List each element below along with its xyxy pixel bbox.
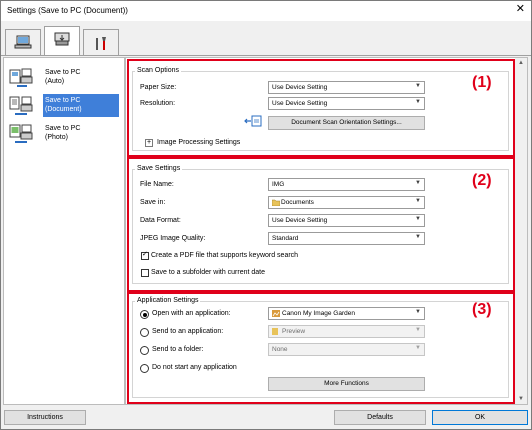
tab-general-settings[interactable] bbox=[83, 29, 119, 56]
expand-plus-icon[interactable]: + bbox=[145, 139, 153, 147]
chevron-down-icon: ▼ bbox=[415, 83, 421, 89]
save-to-subfolder-label[interactable]: Save to a subfolder with current date bbox=[151, 269, 265, 276]
chevron-down-icon: ▼ bbox=[415, 234, 421, 240]
save-to-pc-auto-icon bbox=[9, 68, 33, 87]
more-functions-button[interactable]: More Functions bbox=[268, 377, 425, 391]
tab-bar bbox=[1, 21, 531, 56]
instructions-button[interactable]: Instructions bbox=[4, 410, 86, 425]
do-not-start-application-radio[interactable] bbox=[140, 364, 149, 373]
create-pdf-keyword-label[interactable]: Create a PDF file that supports keyword … bbox=[151, 252, 298, 259]
scroll-up-icon[interactable]: ▲ bbox=[518, 60, 524, 66]
my-image-garden-icon bbox=[272, 310, 280, 317]
sidebar-item-label-line1: Save to PC bbox=[45, 97, 81, 104]
sidebar-item-label-line2: (Auto) bbox=[45, 78, 65, 85]
save-settings-title: Save Settings bbox=[135, 165, 183, 172]
sidebar-item-save-to-pc-document[interactable]: Save to PC (Document) bbox=[7, 92, 119, 120]
send-to-folder-value: None bbox=[272, 346, 288, 353]
data-format-select[interactable]: Use Device Setting ▼ bbox=[268, 214, 425, 227]
file-name-combobox[interactable]: IMG ▼ bbox=[268, 178, 425, 191]
chevron-down-icon: ▼ bbox=[415, 345, 421, 351]
sidebar-item-label-line2: (Photo) bbox=[45, 134, 68, 141]
orientation-icon bbox=[244, 115, 262, 127]
sidebar-item-label-line1: Save to PC bbox=[45, 69, 81, 76]
callout-number-2: (2) bbox=[472, 172, 492, 189]
jpeg-image-quality-select[interactable]: Standard ▼ bbox=[268, 232, 425, 245]
send-to-application-select[interactable]: Preview ▼ bbox=[268, 325, 425, 338]
paper-size-select[interactable]: Use Device Setting ▼ bbox=[268, 81, 425, 94]
save-to-pc-photo-icon bbox=[9, 124, 33, 143]
preview-app-icon bbox=[272, 328, 278, 335]
send-to-folder-select[interactable]: None ▼ bbox=[268, 343, 425, 356]
scan-from-operation-panel-icon bbox=[54, 32, 70, 46]
sidebar-item-save-to-pc-auto[interactable]: Save to PC (Auto) bbox=[7, 64, 117, 92]
image-processing-settings-label[interactable]: Image Processing Settings bbox=[157, 139, 240, 146]
defaults-button[interactable]: Defaults bbox=[334, 410, 426, 425]
tab-scan-from-computer[interactable] bbox=[5, 29, 41, 56]
open-with-application-label[interactable]: Open with an application: bbox=[152, 310, 231, 317]
scroll-down-icon[interactable]: ▼ bbox=[518, 396, 524, 402]
chevron-down-icon: ▼ bbox=[415, 198, 421, 204]
data-format-label: Data Format: bbox=[140, 217, 181, 224]
callout-number-1: (1) bbox=[472, 74, 492, 91]
chevron-down-icon: ▼ bbox=[415, 309, 421, 315]
save-in-value: Documents bbox=[281, 199, 314, 206]
open-with-application-radio[interactable] bbox=[140, 310, 149, 319]
send-to-folder-radio[interactable] bbox=[140, 346, 149, 355]
settings-panel-scrollbar[interactable]: ▲ ▼ bbox=[515, 57, 528, 405]
ok-button[interactable]: OK bbox=[432, 410, 528, 425]
folder-icon bbox=[272, 199, 280, 206]
checkmark-icon: ✓ bbox=[142, 251, 148, 258]
sidebar-item-label-line1: Save to PC bbox=[45, 125, 81, 132]
file-name-label: File Name: bbox=[140, 181, 174, 188]
save-to-pc-document-icon bbox=[9, 96, 33, 115]
chevron-down-icon: ▼ bbox=[415, 327, 421, 333]
resolution-value: Use Device Setting bbox=[272, 100, 328, 107]
radio-selected-dot bbox=[142, 312, 147, 317]
tab-scan-from-operation-panel[interactable] bbox=[44, 26, 80, 56]
tab-divider bbox=[1, 55, 531, 56]
send-to-application-value: Preview bbox=[282, 328, 306, 335]
close-icon[interactable]: ✕ bbox=[516, 4, 525, 15]
save-in-select[interactable]: Documents ▼ bbox=[268, 196, 425, 209]
resolution-label: Resolution: bbox=[140, 100, 176, 107]
paper-size-label: Paper Size: bbox=[140, 84, 177, 91]
scan-from-computer-icon bbox=[14, 35, 32, 49]
scan-mode-list: Save to PC (Auto) Save to PC (Document) … bbox=[3, 57, 125, 405]
jpeg-image-quality-value: Standard bbox=[272, 235, 299, 242]
jpeg-image-quality-label: JPEG Image Quality: bbox=[140, 235, 206, 242]
general-settings-tools-icon bbox=[96, 37, 106, 50]
sidebar-item-label: Save to PC (Document) bbox=[43, 94, 119, 117]
chevron-down-icon: ▼ bbox=[415, 216, 421, 222]
create-pdf-keyword-checkbox[interactable]: ✓ bbox=[141, 251, 149, 260]
title-bar: Settings (Save to PC (Document)) ✕ bbox=[1, 1, 531, 21]
sidebar-item-save-to-pc-photo[interactable]: Save to PC (Photo) bbox=[7, 120, 117, 148]
send-to-application-radio[interactable] bbox=[140, 328, 149, 337]
scan-options-title: Scan Options bbox=[135, 67, 182, 74]
open-with-application-value: Canon My Image Garden bbox=[282, 310, 355, 317]
sidebar-item-label: Save to PC (Auto) bbox=[45, 68, 115, 86]
chevron-down-icon: ▼ bbox=[415, 99, 421, 105]
chevron-down-icon: ▼ bbox=[415, 180, 421, 186]
file-name-value: IMG bbox=[272, 181, 285, 188]
send-to-application-label[interactable]: Send to an application: bbox=[152, 328, 223, 335]
window-title: Settings (Save to PC (Document)) bbox=[7, 6, 128, 15]
document-scan-orientation-settings-button[interactable]: Document Scan Orientation Settings... bbox=[268, 116, 425, 130]
callout-number-3: (3) bbox=[472, 301, 492, 318]
paper-size-value: Use Device Setting bbox=[272, 84, 328, 91]
open-with-application-select[interactable]: Canon My Image Garden ▼ bbox=[268, 307, 425, 320]
save-in-label: Save in: bbox=[140, 199, 166, 206]
resolution-select[interactable]: Use Device Setting ▼ bbox=[268, 97, 425, 110]
send-to-folder-label[interactable]: Send to a folder: bbox=[152, 346, 203, 353]
do-not-start-application-label[interactable]: Do not start any application bbox=[152, 364, 237, 371]
data-format-value: Use Device Setting bbox=[272, 217, 328, 224]
save-to-subfolder-checkbox[interactable] bbox=[141, 269, 149, 277]
sidebar-item-label-line2: (Document) bbox=[45, 106, 82, 113]
sidebar-item-label: Save to PC (Photo) bbox=[45, 124, 115, 142]
application-settings-title: Application Settings bbox=[135, 297, 201, 304]
